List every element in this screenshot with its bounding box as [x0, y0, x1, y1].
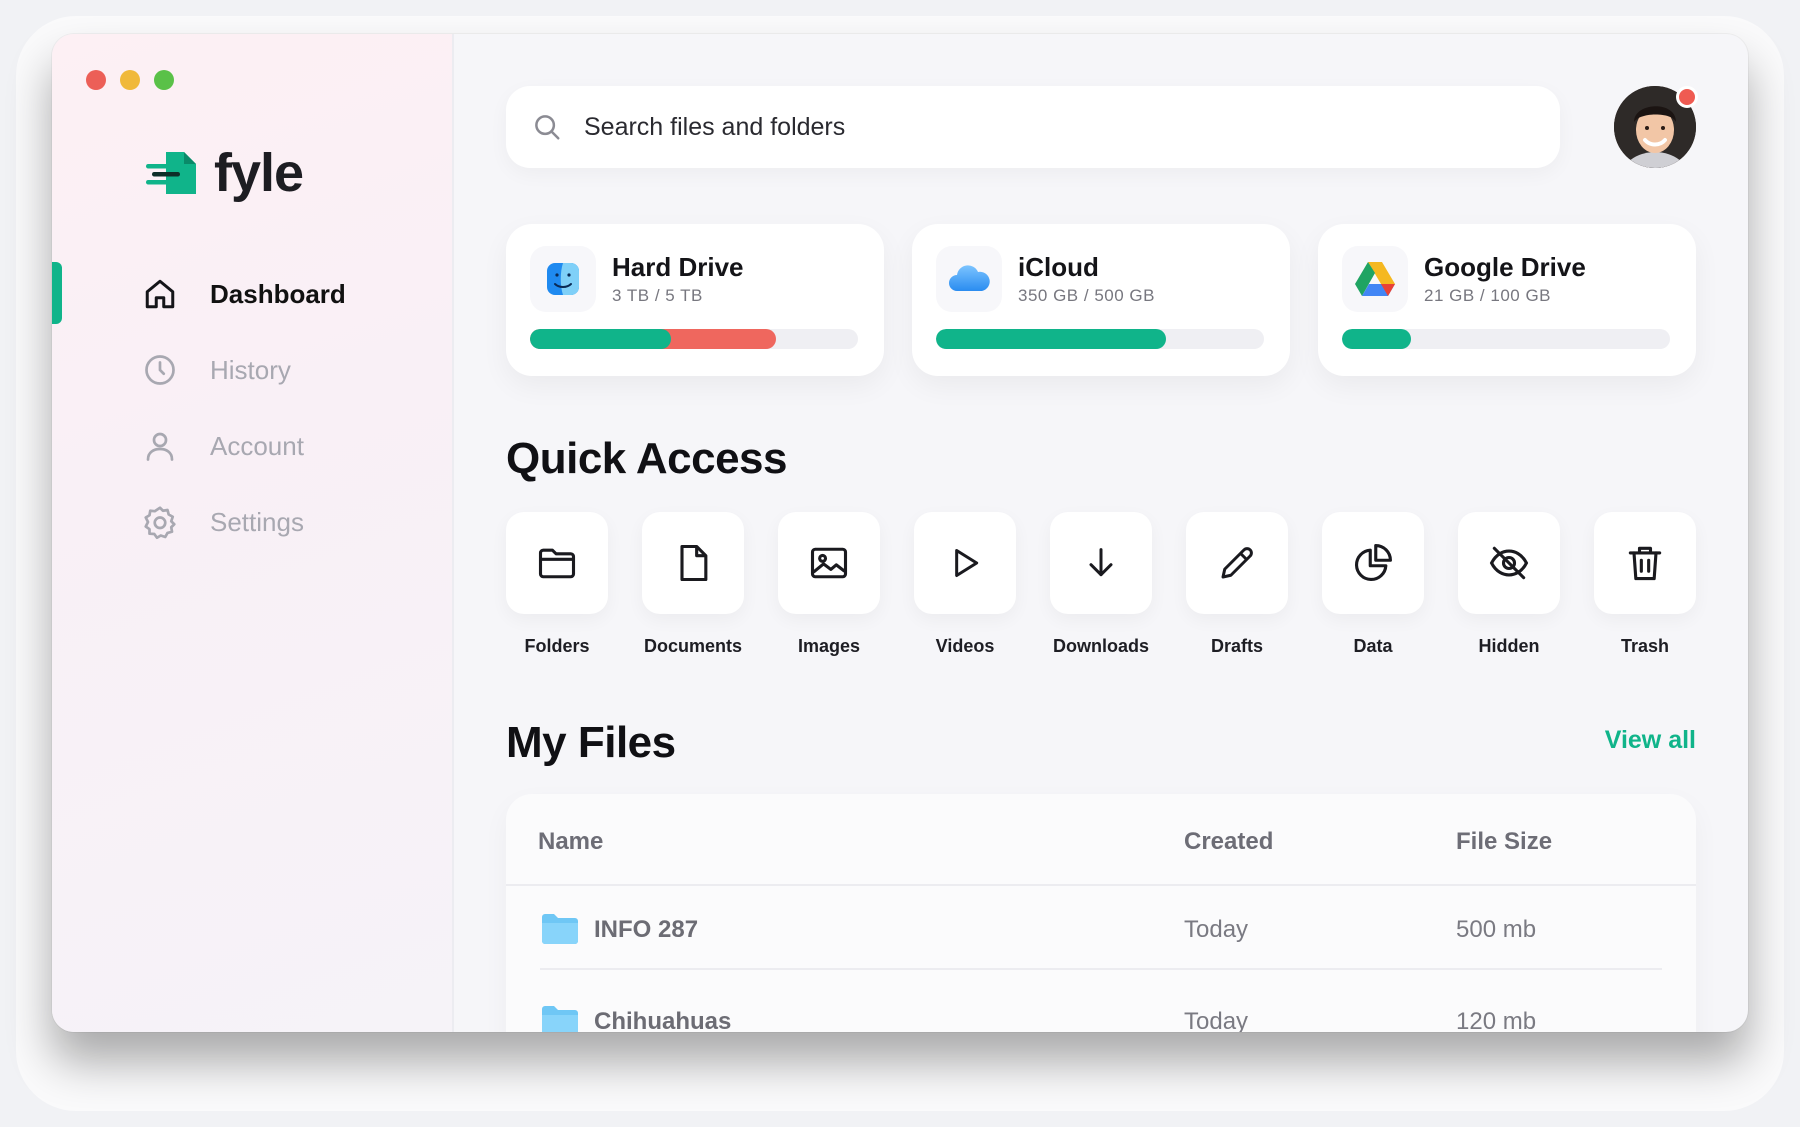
my-files-title: My Files	[506, 718, 676, 767]
user-avatar[interactable]	[1614, 86, 1698, 168]
folder-icon	[506, 512, 608, 614]
app-logo[interactable]: fyle	[144, 142, 304, 204]
quick-access-label: Videos	[935, 636, 995, 656]
sidebar-item-label: History	[210, 354, 291, 385]
storage-progress-bar	[1342, 329, 1670, 349]
storage-overview: Hard Drive 3 TB / 5 TB iCloud 350 GB / 5…	[506, 224, 1696, 376]
home-icon	[140, 274, 180, 314]
sidebar-item-label: Dashboard	[210, 278, 346, 309]
quick-access-label: Drafts	[1210, 636, 1263, 656]
clock-icon	[140, 350, 180, 390]
column-header-size[interactable]: File Size	[1456, 828, 1552, 856]
quick-access-label: Folders	[524, 636, 590, 656]
quick-access-downloads[interactable]: Downloads	[1033, 512, 1169, 657]
google-drive-icon	[1342, 246, 1408, 312]
storage-card-icloud[interactable]: iCloud 350 GB / 500 GB	[912, 224, 1290, 376]
storage-usage-fill	[936, 329, 1166, 349]
quick-access-label: Images	[797, 636, 861, 656]
column-header-created[interactable]: Created	[1184, 828, 1273, 856]
sidebar-item-history[interactable]: History	[52, 332, 452, 408]
quick-access-label: Hidden	[1478, 636, 1540, 656]
quick-access-label: Trash	[1620, 636, 1670, 656]
quick-access-grid: Folders Documents Images Videos Download…	[506, 512, 1696, 672]
storage-progress-bar	[530, 329, 858, 349]
file-size: 120 mb	[1456, 1008, 1537, 1032]
notification-badge	[1676, 86, 1698, 108]
storage-usage-fill	[530, 329, 672, 349]
quick-access-label: Data	[1353, 636, 1393, 656]
storage-usage-fill	[1342, 329, 1411, 349]
sidebar-item-account[interactable]: Account	[52, 408, 452, 484]
quick-access-drafts[interactable]: Drafts	[1169, 512, 1305, 657]
pencil-icon	[1186, 512, 1288, 614]
row-divider	[540, 968, 1662, 970]
table-header: Name Created File Size	[506, 794, 1696, 886]
play-icon	[914, 512, 1016, 614]
user-icon	[140, 426, 180, 466]
document-icon	[642, 512, 744, 614]
file-name: Chihuahuas	[594, 1008, 732, 1032]
file-size: 500 mb	[1456, 916, 1537, 943]
sidebar-item-settings[interactable]: Settings	[52, 484, 452, 560]
icloud-icon	[936, 246, 1002, 312]
window-controls	[86, 70, 174, 90]
app-window: fyle Dashboard History Account Settings …	[52, 34, 1748, 1032]
storage-usage: 21 GB / 100 GB	[1424, 286, 1552, 305]
search-icon	[535, 115, 560, 140]
quick-access-hidden[interactable]: Hidden	[1441, 512, 1577, 657]
column-header-name[interactable]: Name	[538, 828, 603, 856]
file-name: INFO 287	[594, 916, 699, 943]
storage-name: Google Drive	[1424, 252, 1586, 282]
storage-progress-bar	[936, 329, 1264, 349]
sidebar: fyle Dashboard History Account Settings	[52, 34, 454, 1032]
quick-access-data[interactable]: Data	[1305, 512, 1441, 657]
image-icon	[778, 512, 880, 614]
storage-usage: 350 GB / 500 GB	[1018, 286, 1155, 305]
minimize-window-button[interactable]	[120, 70, 140, 90]
storage-name: Hard Drive	[612, 252, 744, 282]
file-created: Today	[1184, 916, 1249, 943]
sidebar-item-dashboard[interactable]: Dashboard	[52, 256, 452, 332]
maximize-window-button[interactable]	[154, 70, 174, 90]
quick-access-label: Documents	[643, 636, 742, 656]
folder-icon	[542, 1006, 578, 1032]
table-row[interactable]: Chihuahuas Today 120 mb	[506, 980, 1696, 1032]
search-bar[interactable]	[506, 86, 1560, 168]
app-name: fyle	[214, 143, 304, 203]
file-created: Today	[1184, 1008, 1249, 1032]
quick-access-title: Quick Access	[506, 434, 788, 483]
folder-icon	[542, 914, 578, 944]
active-indicator	[52, 262, 62, 324]
finder-icon	[530, 246, 596, 312]
eye-off-icon	[1458, 512, 1560, 614]
quick-access-images[interactable]: Images	[761, 512, 897, 657]
download-icon	[1050, 512, 1152, 614]
storage-name: iCloud	[1018, 252, 1099, 282]
search-input[interactable]	[584, 112, 1484, 142]
gear-icon	[140, 502, 180, 542]
sidebar-item-label: Account	[210, 430, 304, 461]
close-window-button[interactable]	[86, 70, 106, 90]
fyle-logo-icon	[146, 152, 196, 194]
storage-card-hard-drive[interactable]: Hard Drive 3 TB / 5 TB	[506, 224, 884, 376]
pie-chart-icon	[1322, 512, 1424, 614]
sidebar-nav: Dashboard History Account Settings	[52, 256, 452, 560]
view-all-link[interactable]: View all	[1605, 726, 1696, 755]
quick-access-videos[interactable]: Videos	[897, 512, 1033, 657]
table-row[interactable]: INFO 287 Today 500 mb	[506, 888, 1696, 980]
files-table: Name Created File Size INFO 287 Today 50…	[506, 794, 1696, 1032]
quick-access-label: Downloads	[1052, 636, 1149, 656]
quick-access-folders[interactable]: Folders	[489, 512, 625, 657]
trash-icon	[1594, 512, 1696, 614]
storage-card-google-drive[interactable]: Google Drive 21 GB / 100 GB	[1318, 224, 1696, 376]
sidebar-item-label: Settings	[210, 506, 304, 537]
quick-access-trash[interactable]: Trash	[1577, 512, 1713, 657]
quick-access-documents[interactable]: Documents	[625, 512, 761, 657]
storage-usage: 3 TB / 5 TB	[612, 286, 703, 305]
